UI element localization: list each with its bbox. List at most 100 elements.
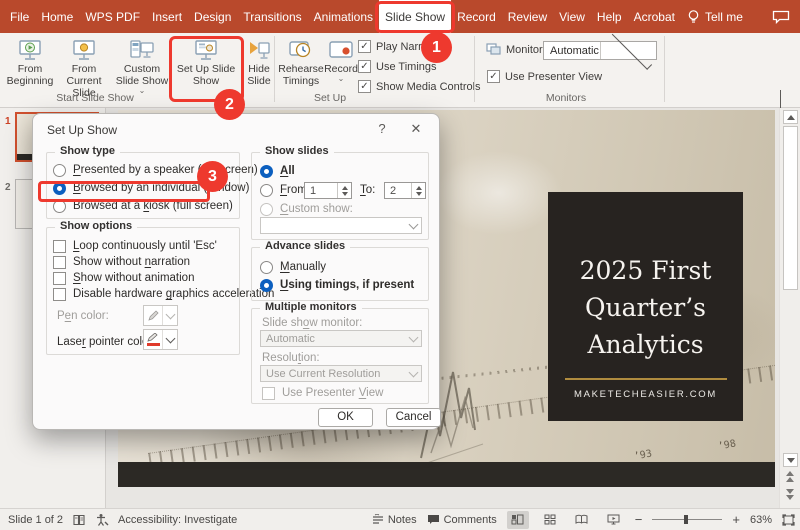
reading-view-button[interactable] (571, 511, 593, 529)
radio-using-timings[interactable]: Using timings, if present (260, 277, 414, 293)
tab-review[interactable]: Review (502, 0, 553, 33)
powerpoint-window: File Home WPS PDF Insert Design Transiti… (0, 0, 800, 530)
to-slide-value: 2 (385, 183, 411, 198)
use-presenter-view-checkbox[interactable]: ✓ Use Presenter View (487, 70, 602, 83)
scroll-up-button[interactable] (783, 110, 798, 124)
comments-bubble-icon[interactable] (772, 10, 790, 24)
zoom-level[interactable]: 63% (750, 514, 772, 526)
tab-design[interactable]: Design (188, 0, 237, 33)
from-beginning-button[interactable]: From Beginning (6, 37, 54, 87)
tab-view[interactable]: View (553, 0, 591, 33)
radio-custom-show[interactable]: Custom show: (260, 201, 353, 217)
checkbox-show-without-narration[interactable]: Show without narration (53, 254, 190, 270)
tab-home[interactable]: Home (35, 0, 79, 33)
from-slide-value: 1 (305, 183, 337, 198)
multiple-monitors-group: Multiple monitors Slide show monitor: Au… (251, 308, 429, 404)
tab-file[interactable]: File (4, 0, 35, 33)
dialog-help-button[interactable]: ? (371, 121, 393, 136)
comments-button[interactable]: Comments (427, 514, 497, 526)
display-settings-icon[interactable] (72, 514, 86, 526)
record-button[interactable]: Record ⌄ (324, 37, 358, 83)
zoom-slider-thumb[interactable] (684, 515, 688, 524)
slide-bottom-bar (118, 462, 775, 487)
checkbox-disable-hardware-acceleration[interactable]: Disable hardware graphics acceleration (53, 286, 274, 302)
tab-insert[interactable]: Insert (146, 0, 188, 33)
checkbox-icon (53, 272, 66, 285)
radio-from-slides[interactable]: From: (260, 182, 310, 198)
accessibility-status[interactable]: Accessibility: Investigate (118, 514, 237, 526)
slide-title-card[interactable]: 2025 First Quarter’s Analytics MAKETECHE… (548, 192, 743, 421)
laser-pointer-color-dropdown[interactable] (143, 329, 178, 350)
pen-color-dropdown[interactable] (143, 305, 178, 326)
checkbox-label: Show without narration (73, 256, 190, 268)
scroll-down-button[interactable] (783, 453, 798, 467)
hide-slide-button[interactable]: Hide Slide (241, 37, 277, 87)
gold-divider (565, 378, 727, 380)
laser-pen-icon (144, 333, 162, 346)
tab-wps-pdf[interactable]: WPS PDF (79, 0, 146, 33)
checkbox-disabled-icon (262, 387, 275, 400)
slide-show-view-button[interactable] (603, 511, 625, 529)
fit-slide-to-window-icon[interactable] (782, 514, 795, 526)
spinner-arrows-icon[interactable] (337, 183, 351, 198)
normal-view-button[interactable] (507, 511, 529, 529)
tab-record[interactable]: Record (451, 0, 502, 33)
chevron-down-icon (162, 330, 177, 349)
vertical-scrollbar[interactable] (779, 108, 800, 508)
tab-animations[interactable]: Animations (308, 0, 379, 33)
zoom-out-button[interactable]: − (635, 512, 643, 527)
set-up-slide-show-button[interactable]: Set Up Slide Show (173, 37, 239, 87)
show-slides-label: Show slides (260, 145, 334, 157)
rehearse-timings-button[interactable]: Rehearse Timings (279, 37, 323, 87)
checkbox-show-without-animation[interactable]: Show without animation (53, 270, 194, 286)
resolution-dropdown[interactable]: Use Current Resolution (260, 365, 422, 382)
collapse-ribbon-icon[interactable] (780, 90, 781, 108)
scrollbar-thumb[interactable] (783, 126, 798, 290)
ok-button[interactable]: OK (318, 408, 373, 427)
radio-label: Browsed at a kiosk (full screen) (73, 200, 233, 212)
custom-show-dropdown[interactable] (260, 217, 422, 234)
ribbon-separator (664, 36, 665, 102)
rehearse-timings-icon (288, 37, 314, 63)
checkbox-presenter-view-dialog[interactable]: Use Presenter View (262, 385, 383, 401)
tab-acrobat[interactable]: Acrobat (628, 0, 681, 33)
slide-show-monitor-dropdown[interactable]: Automatic (260, 330, 422, 347)
photo-year-label: ’98 (717, 438, 737, 452)
radio-icon (53, 200, 66, 213)
dialog-title: Set Up Show (47, 123, 117, 137)
tab-tell-me[interactable]: Tell me (681, 0, 749, 33)
slide-sorter-view-button[interactable] (539, 511, 561, 529)
checkbox-checked-icon: ✓ (487, 70, 500, 83)
next-slide-button[interactable] (786, 489, 794, 500)
checkbox-loop-continuously[interactable]: Loop continuously until 'Esc' (53, 238, 217, 254)
radio-browsed-at-kiosk[interactable]: Browsed at a kiosk (full screen) (53, 198, 233, 214)
radio-manually[interactable]: Manually (260, 259, 326, 275)
tab-help[interactable]: Help (591, 0, 628, 33)
chevron-down-icon (162, 306, 177, 325)
notes-button[interactable]: Notes (372, 514, 417, 526)
dialog-close-button[interactable]: ✕ (405, 121, 427, 137)
from-slide-spinner[interactable]: 1 (304, 182, 352, 199)
play-from-current-icon (71, 37, 97, 63)
from-beginning-label: From Beginning (6, 63, 54, 87)
custom-slide-show-button[interactable]: Custom Slide Show ⌄ (113, 37, 171, 95)
annotation-step-1: 1 (421, 32, 452, 63)
monitor-label: Monitor: (506, 44, 546, 56)
play-from-beginning-icon (17, 37, 43, 63)
cancel-button[interactable]: Cancel (386, 408, 441, 427)
from-current-slide-button[interactable]: From Current Slide (57, 37, 111, 99)
tab-slide-show[interactable]: Slide Show (379, 0, 451, 33)
zoom-in-button[interactable]: + (732, 512, 740, 527)
to-slide-spinner[interactable]: 2 (384, 182, 426, 199)
radio-disabled-icon (260, 203, 273, 216)
monitor-dropdown[interactable]: Automatic (543, 41, 657, 60)
zoom-slider[interactable] (652, 519, 722, 520)
accessibility-icon[interactable] (95, 513, 109, 526)
radio-all-slides[interactable]: All (260, 163, 295, 179)
use-presenter-view-label: Use Presenter View (505, 71, 602, 83)
use-timings-checkbox[interactable]: ✓ Use Timings (358, 60, 437, 73)
multiple-monitors-label: Multiple monitors (260, 301, 362, 313)
tab-transitions[interactable]: Transitions (237, 0, 307, 33)
previous-slide-button[interactable] (786, 471, 794, 482)
spinner-arrows-icon[interactable] (411, 183, 425, 198)
